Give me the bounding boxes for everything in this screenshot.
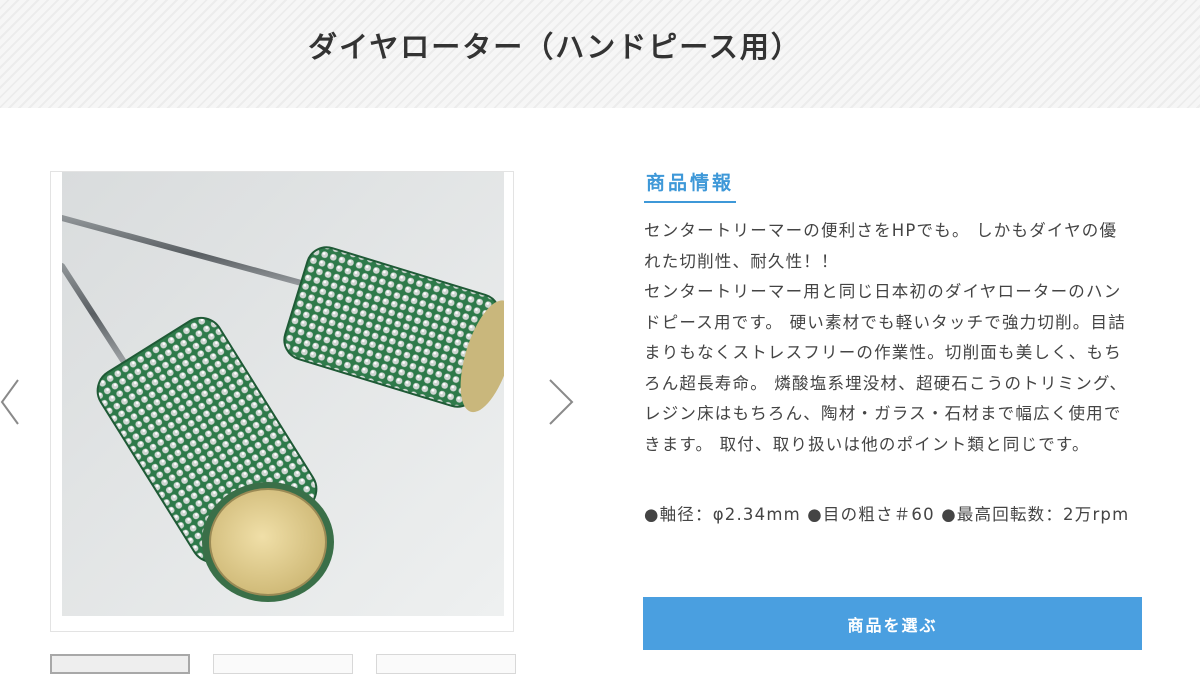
gallery-next-button[interactable] bbox=[540, 372, 580, 432]
product-description: センタートリーマーの便利さをHPでも。 しかもダイヤの優れた切削性、耐久性！！ … bbox=[644, 221, 1128, 454]
product-photo bbox=[62, 172, 504, 616]
product-gallery bbox=[50, 171, 514, 632]
thumbnail-3[interactable] bbox=[376, 654, 516, 674]
product-specs: ●軸径：φ2.34mm ●目の粗さ＃60 ●最高回転数：2万rpm bbox=[644, 505, 1130, 524]
product-info-heading: 商品情報 bbox=[644, 168, 737, 203]
select-product-button[interactable]: 商品を選ぶ bbox=[643, 597, 1142, 650]
chevron-right-icon bbox=[549, 379, 574, 425]
chevron-left-icon bbox=[0, 379, 19, 425]
thumbnail-1[interactable] bbox=[50, 654, 190, 674]
page-title: ダイヤローター（ハンドピース用） bbox=[308, 30, 802, 64]
thumbnail-strip bbox=[50, 654, 520, 674]
page-header: ダイヤローター（ハンドピース用） bbox=[0, 0, 1200, 108]
thumbnail-2[interactable] bbox=[213, 654, 353, 674]
gallery-prev-button[interactable] bbox=[0, 372, 40, 432]
